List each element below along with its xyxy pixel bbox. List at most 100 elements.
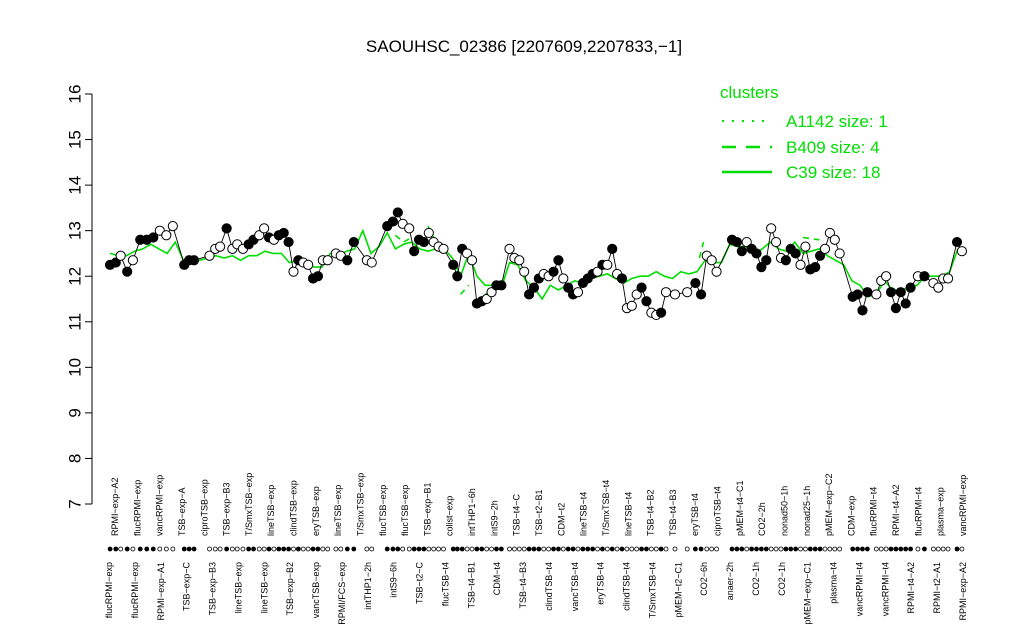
chart: SAOUHSC_02386 [2207609,2207833,−1] 7 8 9 10… <box>65 37 968 625</box>
rug-marker <box>137 546 143 552</box>
rug-marker <box>157 546 163 552</box>
top-category-label: T/SmxTSB−exp <box>244 473 254 536</box>
data-point <box>690 277 701 289</box>
rug-marker <box>940 546 946 552</box>
top-category-label: lineTSB−exp <box>333 485 343 536</box>
y-tick-label: 16 <box>65 85 84 104</box>
rug-marker <box>575 546 581 552</box>
rug-marker <box>163 546 169 552</box>
rug-marker <box>489 546 494 552</box>
bottom-category-label: lineTSB−exp <box>233 562 243 613</box>
bottom-category-label: RPMI/FCS−exp <box>337 562 347 625</box>
data-point <box>466 255 478 266</box>
data-point <box>404 223 415 234</box>
top-category-label: colist−exp <box>445 496 455 536</box>
rug-marker <box>186 546 192 552</box>
data-point <box>348 236 359 248</box>
rug-marker <box>778 546 784 552</box>
rug-marker <box>541 546 547 552</box>
rug-marker <box>516 546 522 552</box>
rug-marker <box>812 546 818 552</box>
data-point <box>682 287 693 298</box>
rug-marker <box>217 546 223 552</box>
rug-marker <box>291 546 296 552</box>
rug-marker <box>945 546 951 552</box>
bottom-category-label: vancRPMI−t4 <box>854 562 864 616</box>
top-category-label: TSB−t4−B3 <box>668 489 678 536</box>
rug-marker <box>436 546 441 552</box>
rug-marker <box>807 546 813 552</box>
bottom-category-label: intS9−6h <box>389 562 399 598</box>
rug-marker <box>653 546 659 552</box>
top-category-label: TSB−t4−B2 <box>646 489 656 536</box>
bottom-category-label: vancTSB−exp <box>311 562 321 618</box>
rug-marker <box>390 546 396 552</box>
y-tick-label: 12 <box>65 267 84 286</box>
y-tick-label: 14 <box>65 176 84 195</box>
rug-marker <box>426 546 432 552</box>
data-point <box>942 273 954 284</box>
rug-marker <box>915 546 921 552</box>
rug-marker <box>229 546 235 552</box>
data-point <box>392 207 403 218</box>
data-point <box>504 243 515 254</box>
rug-marker <box>644 546 649 552</box>
rug-marker <box>930 546 936 552</box>
rug-marker <box>585 546 591 552</box>
bottom-category-label: TSB−t2−C <box>415 562 425 605</box>
top-category-label: ciproTSB−exp <box>199 479 209 536</box>
y-tick-label: 10 <box>65 358 84 377</box>
legend: clusters A1142 size: 1 B409 size: 4 C39 … <box>720 83 888 182</box>
data-point <box>862 287 873 298</box>
y-tick-label: 8 <box>65 454 84 463</box>
rug-marker <box>286 546 291 552</box>
data-point <box>452 271 463 282</box>
rug-marker <box>744 546 750 552</box>
rug-marker <box>454 546 460 552</box>
rug-marker <box>351 546 357 552</box>
rug-marker <box>749 546 755 552</box>
top-category-label: clindTSB−exp <box>289 480 299 536</box>
bottom-category-label: pMEM−t2−C1 <box>673 562 683 618</box>
data-point <box>448 259 459 270</box>
data-point <box>496 280 507 291</box>
top-category-label: eryTSB−t4 <box>690 493 700 536</box>
rug-marker <box>234 546 240 552</box>
rug-marker <box>634 546 640 552</box>
bottom-category-label: flucRPMI−exp <box>104 562 114 618</box>
bottom-category-label: plasma−t4 <box>829 562 839 604</box>
rug-marker <box>511 546 517 552</box>
data-point <box>519 266 530 277</box>
rug-marker <box>565 546 571 552</box>
data-point <box>871 289 882 300</box>
rug-marker <box>672 546 678 552</box>
data-point <box>956 246 968 257</box>
data-point <box>558 273 569 284</box>
rug-marker <box>469 546 475 552</box>
data-point <box>167 221 178 232</box>
data-point <box>706 255 717 266</box>
top-category-label: CDM−exp <box>846 496 856 536</box>
legend-label-a1142: A1142 size: 1 <box>786 112 888 131</box>
rug-marker <box>479 546 485 552</box>
data-point <box>312 271 324 282</box>
rug-marker <box>614 546 620 552</box>
rug-marker <box>922 546 927 552</box>
rug-marker <box>783 546 789 552</box>
rug-marker <box>261 546 267 552</box>
rug-marker <box>570 546 576 552</box>
rug-marker <box>181 546 187 552</box>
rug-marker <box>768 546 774 552</box>
data-point <box>857 305 868 316</box>
rug-marker <box>793 546 799 552</box>
rug-marker <box>855 546 860 552</box>
rug-marker <box>305 546 311 552</box>
data-point <box>514 255 525 266</box>
data-point <box>770 236 782 248</box>
data-point <box>790 248 801 259</box>
rug-marker <box>246 546 252 552</box>
data-point <box>731 236 743 248</box>
data-point <box>161 230 172 241</box>
data-line <box>109 211 963 316</box>
rug-marker <box>431 546 437 552</box>
